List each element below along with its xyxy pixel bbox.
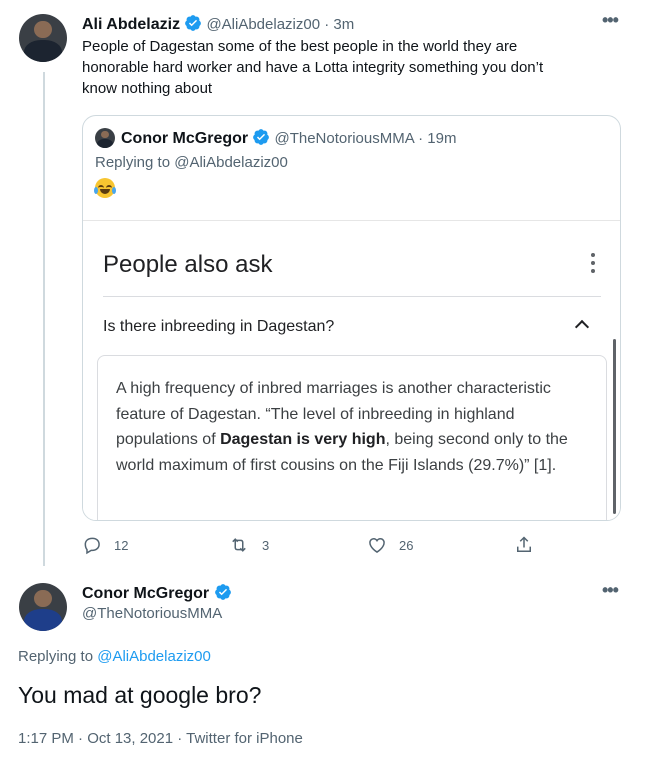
replying-to: Replying to @AliAbdelaziz00 xyxy=(18,648,211,665)
tweet-text-line: know nothing about xyxy=(82,80,213,97)
quoted-avatar xyxy=(95,128,115,148)
share-button[interactable] xyxy=(514,535,534,555)
screenshot-scrollbar xyxy=(613,339,616,514)
answer-bold: Dagestan is very high xyxy=(220,431,386,448)
chevron-up-icon xyxy=(574,319,590,335)
quoted-author-name: Conor McGregor xyxy=(121,130,249,147)
tweet-timestamp[interactable]: 1:17 PM · Oct 13, 2021 · Twitter for iPh… xyxy=(18,730,303,747)
tweet-text-line: People of Dagestan some of the best peop… xyxy=(82,38,518,55)
tweet-text-line: honorable hard worker and have a Lotta i… xyxy=(82,59,544,76)
reply-count: 12 xyxy=(114,537,129,553)
separator-dot: · xyxy=(418,130,428,147)
reply-button[interactable]: 12 xyxy=(82,535,128,555)
heart-icon xyxy=(369,537,385,553)
tweet-time[interactable]: 3m xyxy=(333,16,354,33)
tweet-text: You mad at google bro? xyxy=(18,682,262,708)
share-icon xyxy=(517,536,531,552)
quoted-author-handle: @TheNotoriousMMA xyxy=(274,130,414,147)
tweet-header: Ali Abdelaziz @AliAbdelaziz00 · 3m xyxy=(82,14,354,34)
author-name[interactable]: Ali Abdelaziz xyxy=(82,16,180,33)
author-handle[interactable]: @TheNotoriousMMA xyxy=(82,605,222,622)
kebab-menu-icon xyxy=(591,253,595,273)
verified-badge-icon xyxy=(185,15,202,31)
replying-handle-link[interactable]: @AliAbdelaziz00 xyxy=(97,648,211,665)
screenshot-title: People also ask xyxy=(103,251,273,278)
quoted-replying-to: Replying to @AliAbdelaziz00 xyxy=(95,154,288,171)
retweet-count: 3 xyxy=(262,537,270,553)
tweet-text: People of Dagestan some of the best peop… xyxy=(82,36,543,99)
verified-badge-icon xyxy=(253,129,270,145)
avatar[interactable] xyxy=(19,583,67,631)
reply-icon xyxy=(84,537,100,555)
screenshot-question: Is there inbreeding in Dagestan? xyxy=(103,318,335,335)
more-options-icon[interactable]: ••• xyxy=(602,580,619,601)
author-name[interactable]: Conor McGregor xyxy=(82,585,209,602)
attached-screenshot[interactable]: People also ask Is there inbreeding in D… xyxy=(83,220,620,520)
quoted-tweet-header: Conor McGregor @TheNotoriousMMA · 19m xyxy=(121,128,456,148)
verified-badge-icon xyxy=(214,584,231,600)
avatar[interactable] xyxy=(19,14,67,62)
like-button[interactable]: 26 xyxy=(367,535,413,555)
author-handle[interactable]: @AliAbdelaziz00 xyxy=(206,16,320,33)
more-options-icon[interactable]: ••• xyxy=(602,10,619,31)
quoted-tweet-time: 19m xyxy=(427,130,457,147)
laughing-emoji-icon xyxy=(94,178,116,198)
like-count: 26 xyxy=(399,537,414,553)
divider xyxy=(103,296,601,297)
quoted-tweet-card[interactable]: Conor McGregor @TheNotoriousMMA · 19m Re… xyxy=(82,115,621,521)
tweet-actions: 12 3 26 xyxy=(82,535,542,555)
answer-text: A high frequency of inbred marriages is … xyxy=(116,380,568,474)
tweet-header: Conor McGregor xyxy=(82,583,232,603)
retweet-button[interactable]: 3 xyxy=(228,535,269,555)
retweet-icon xyxy=(232,538,246,552)
thread-connector-line xyxy=(43,72,45,566)
answer-box: A high frequency of inbred marriages is … xyxy=(97,355,607,520)
